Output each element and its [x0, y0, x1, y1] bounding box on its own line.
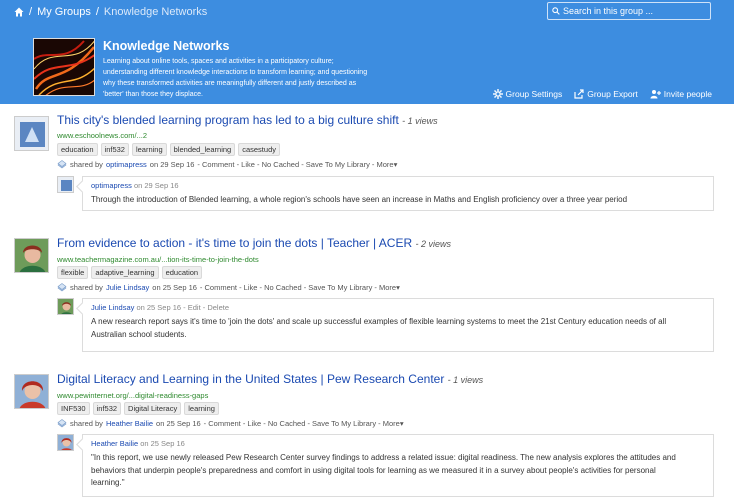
post-actions[interactable]: - Comment - Like - No Cached - Save To M… — [197, 160, 397, 169]
search-input[interactable] — [563, 6, 703, 16]
invite-people-label: Invite people — [663, 89, 712, 99]
share-icon — [57, 283, 67, 292]
breadcrumb-separator: / — [29, 6, 33, 18]
tag[interactable]: education — [57, 143, 98, 156]
post-title[interactable]: This city's blended learning program has… — [57, 113, 438, 127]
avatar[interactable] — [14, 374, 49, 409]
shared-user-link[interactable]: Heather Bailie — [106, 419, 153, 428]
tag[interactable]: inf532 — [100, 143, 129, 156]
breadcrumb-current: Knowledge Networks — [103, 6, 208, 18]
avatar[interactable] — [14, 238, 49, 273]
tag[interactable]: learning — [131, 143, 167, 156]
tag[interactable]: adaptive_learning — [91, 266, 159, 279]
share-icon — [57, 160, 67, 169]
comment-avatar[interactable] — [57, 176, 74, 193]
tag[interactable]: learning — [184, 402, 219, 415]
tag-list: flexible adaptive_learning education — [57, 266, 203, 279]
comment-header: Julie Lindsay on 25 Sep 16 - Edit - Dele… — [91, 303, 230, 312]
post-item: This city's blended learning program has… — [0, 110, 734, 220]
comment-text: "In this report, we use newly released P… — [91, 453, 676, 487]
comment-text: A new research report says it's time to … — [91, 317, 667, 339]
tag[interactable]: inf532 — [92, 402, 122, 415]
shared-by-line: shared by optimapress on 29 Sep 16 - Com… — [57, 160, 397, 169]
shared-user-link[interactable]: optimapress — [106, 160, 147, 169]
breadcrumb-my-groups[interactable]: My Groups — [37, 6, 91, 18]
tag-list: INF530 inf532 Digital Literacy learning — [57, 402, 219, 415]
post-item: From evidence to action - it's time to j… — [0, 234, 734, 354]
group-header: / My Groups / Knowledge Networks Knowled… — [0, 0, 734, 104]
view-count: - 2 views — [415, 239, 451, 249]
post-url[interactable]: www.teachermagazine.com.au/...tion-its-t… — [57, 255, 259, 264]
comment-text: Through the introduction of Blended lear… — [91, 195, 628, 204]
tag[interactable]: INF530 — [57, 402, 90, 415]
post-actions[interactable]: - Comment - Like - No Cached - Save To M… — [200, 283, 400, 292]
group-export-button[interactable]: Group Export — [574, 89, 638, 99]
search-icon — [552, 7, 560, 15]
comment-avatar[interactable] — [57, 434, 74, 451]
comment-header: optimapress on 29 Sep 16 — [91, 181, 179, 190]
post-url[interactable]: www.eschoolnews.com/...2 — [57, 131, 147, 140]
tag[interactable]: flexible — [57, 266, 89, 279]
group-settings-label: Group Settings — [505, 89, 563, 99]
export-icon — [574, 89, 584, 99]
tag-list: education inf532 learning blended_learni… — [57, 143, 280, 156]
post-actions[interactable]: - Comment - Like - No Cached - Save To M… — [204, 419, 404, 428]
shared-by-line: shared by Julie Lindsay on 25 Sep 16 - C… — [57, 283, 400, 292]
post-title[interactable]: Digital Literacy and Learning in the Uni… — [57, 372, 483, 386]
view-count: - 1 views — [402, 116, 438, 126]
shared-by-line: shared by Heather Bailie on 25 Sep 16 - … — [57, 419, 404, 428]
tag[interactable]: blended_learning — [169, 143, 236, 156]
view-count: - 1 views — [447, 375, 484, 385]
group-search-box[interactable] — [547, 2, 711, 20]
comment-box: Heather Bailie on 25 Sep 16 "In this rep… — [82, 434, 714, 497]
comment-header: Heather Bailie on 25 Sep 16 — [91, 439, 185, 448]
tag[interactable]: education — [161, 266, 203, 279]
comment-avatar[interactable] — [57, 298, 74, 315]
tag[interactable]: Digital Literacy — [124, 402, 182, 415]
breadcrumb-separator: / — [95, 6, 99, 18]
home-icon[interactable] — [14, 7, 24, 17]
invite-people-button[interactable]: Invite people — [650, 89, 712, 99]
group-export-label: Group Export — [587, 89, 638, 99]
gear-icon — [492, 89, 503, 99]
breadcrumb: / My Groups / Knowledge Networks — [14, 6, 207, 18]
group-image — [33, 38, 95, 96]
comment-box: optimapress on 29 Sep 16 Through the int… — [82, 176, 714, 211]
group-actions: Group Settings Group Export Invite peopl… — [492, 89, 712, 99]
share-icon — [57, 419, 67, 428]
group-description: Learning about online tools, spaces and … — [103, 58, 368, 98]
post-url[interactable]: www.pewinternet.org/...digital-readiness… — [57, 391, 208, 400]
shared-user-link[interactable]: Julie Lindsay — [106, 283, 149, 292]
comment-box: Julie Lindsay on 25 Sep 16 - Edit - Dele… — [82, 298, 714, 352]
post-title[interactable]: From evidence to action - it's time to j… — [57, 236, 451, 250]
tag[interactable]: casestudy — [238, 143, 280, 156]
avatar[interactable] — [14, 116, 49, 151]
post-item: Digital Literacy and Learning in the Uni… — [0, 370, 734, 504]
group-title: Knowledge Networks — [103, 39, 230, 53]
group-settings-button[interactable]: Group Settings — [492, 89, 563, 99]
invite-icon — [650, 90, 661, 99]
comment-edit-delete[interactable]: - Edit - Delete — [183, 303, 229, 312]
